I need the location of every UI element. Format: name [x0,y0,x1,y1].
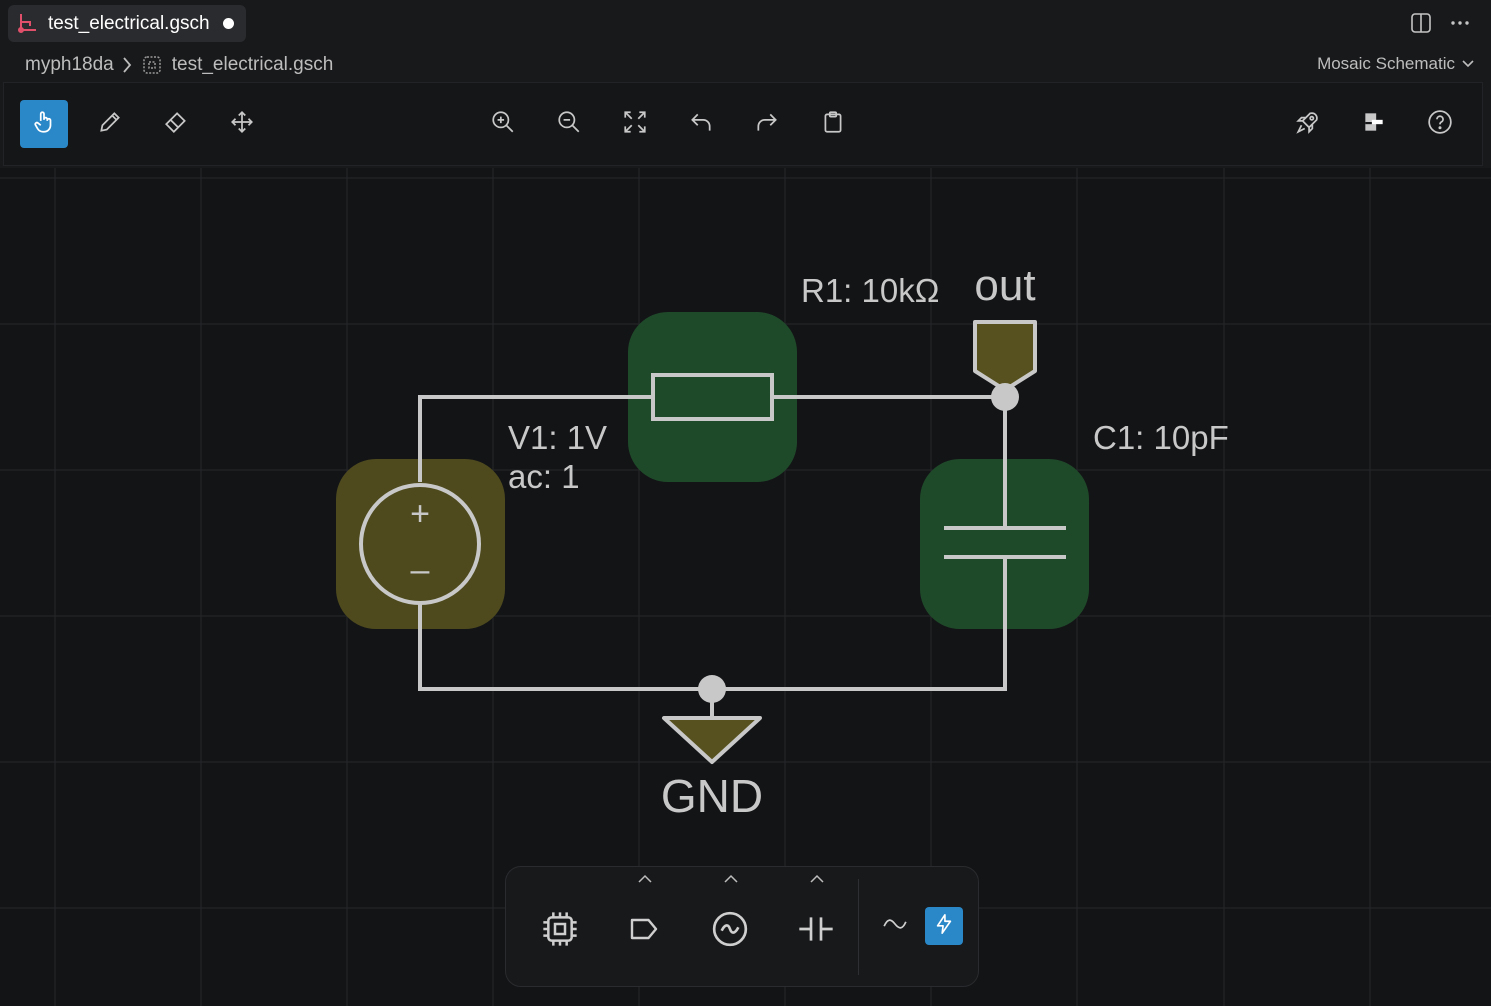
out-port[interactable] [973,320,1037,392]
zoom-in-button[interactable] [479,100,527,148]
simulate-button[interactable] [1284,100,1332,148]
capacitor-label: C1: 10pF [1093,419,1229,456]
toolbar [3,82,1483,166]
schematic-file-icon [140,53,164,77]
palette-port-button[interactable] [620,907,668,955]
palette-capacitor-button[interactable] [792,907,840,955]
view-mode-value: Mosaic Schematic [1317,54,1455,73]
redo-icon [754,109,780,140]
unsaved-dot-icon[interactable] [223,18,234,29]
draw-wire-button[interactable] [86,100,134,148]
tab-title: test_electrical.gsch [48,12,210,34]
electrical-mode-button[interactable] [925,907,963,945]
source-minus: – [411,551,430,589]
chip-icon [540,909,580,954]
port-tag-icon [626,911,662,952]
junction-out [991,383,1019,411]
ac-wave-icon [882,914,908,939]
out-label: out [974,261,1035,310]
fit-view-button[interactable] [611,100,659,148]
capacitor-icon [796,909,836,954]
ground-label: GND [661,770,763,822]
junction-gnd [698,675,726,703]
undo-button[interactable] [677,100,725,148]
redo-button[interactable] [743,100,791,148]
undo-icon [688,109,714,140]
branch-icon [16,12,40,36]
help-icon [1427,109,1453,140]
tab-bar: test_electrical.gsch [0,0,1491,48]
resistor-label: R1: 10kΩ [801,272,939,309]
help-button[interactable] [1416,100,1464,148]
clipboard-button[interactable] [809,100,857,148]
move-arrows-icon [229,109,255,140]
breadcrumb: myph18da test_electrical.gsch [0,48,1491,82]
passive-options-caret-icon[interactable] [809,871,825,887]
tab-test-electrical[interactable]: test_electrical.gsch [8,5,246,42]
chevron-down-icon [1461,54,1475,74]
pointer-tool-button[interactable] [20,100,68,148]
pointer-hand-icon [31,109,57,140]
more-actions-icon[interactable] [1447,10,1473,36]
breadcrumb-root[interactable]: myph18da [25,54,114,76]
ac-analysis-button[interactable] [876,907,914,945]
view-mode-select[interactable]: Mosaic Schematic [1317,54,1475,74]
breadcrumb-file[interactable]: test_electrical.gsch [172,54,334,76]
component-palette [505,866,979,987]
source-options-caret-icon[interactable] [723,871,739,887]
source-label-value: V1: 1V [508,419,607,456]
zoom-out-button[interactable] [545,100,593,148]
wire-ground-net[interactable] [418,557,1007,691]
port-options-caret-icon[interactable] [637,871,653,887]
fit-view-icon [622,109,648,140]
ac-source-icon [710,909,750,954]
palette-divider [858,879,859,975]
rocket-icon [1295,109,1321,140]
eraser-icon [163,109,189,140]
palette-chip-button[interactable] [536,907,584,955]
ground-symbol[interactable] [662,716,762,764]
source-plus: + [410,495,430,533]
schematic-editor: test_electrical.gsch myph18da test_elect… [0,0,1491,1006]
erase-button[interactable] [152,100,200,148]
palette-source-button[interactable] [706,907,754,955]
netlist-icon [1361,109,1387,140]
chevron-right-icon [120,55,134,75]
netlist-button[interactable] [1350,100,1398,148]
source-label-ac: ac: 1 [508,458,580,495]
zoom-in-icon [490,109,516,140]
lightning-icon [933,912,955,941]
zoom-out-icon [556,109,582,140]
move-button[interactable] [218,100,266,148]
split-editor-icon[interactable] [1408,10,1434,36]
pencil-icon [97,109,123,140]
clipboard-icon [820,109,846,140]
